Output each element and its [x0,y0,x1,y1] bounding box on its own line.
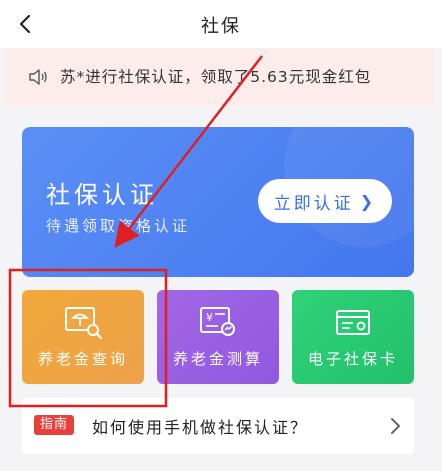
pension-query-icon [65,307,103,340]
notice-text: 苏*进行社保认证，领取了5.63元现金红包 [60,68,372,86]
page-title: 社保 [201,16,241,37]
e-social-card-tile[interactable]: 电子社保卡 [292,290,414,384]
chevron-right-icon: ❯ [359,191,377,211]
pension-calc-icon: ¥ [200,307,235,336]
chevron-right-icon [391,418,400,434]
e-social-card-label: 电子社保卡 [307,350,398,368]
certification-banner[interactable]: 社保认证 待遇领取资格认证 立即认证 ❯ [22,127,414,277]
certify-now-button[interactable]: 立即认证 ❯ [258,179,392,223]
top-bar: 社保 [0,0,442,48]
guide-row[interactable]: 指南 如何使用手机做社保认证？ [22,398,414,454]
banner-subtitle: 待遇领取资格认证 [46,217,191,235]
guide-title: 如何使用手机做社保认证？ [92,418,309,437]
banner-title: 社保认证 [46,181,158,209]
pension-query-tile[interactable]: 养老金查询 [22,290,144,384]
notice-bar: 苏*进行社保认证，领取了5.63元现金红包 [4,48,434,106]
pension-calc-tile[interactable]: ¥ 养老金测算 [157,290,279,384]
certify-now-label: 立即认证 [273,193,354,214]
svg-text:¥: ¥ [206,311,213,324]
pension-query-label: 养老金查询 [37,350,128,368]
guide-badge: 指南 [34,415,75,435]
e-social-card-icon [336,310,370,335]
pension-calc-label: 养老金测算 [172,350,263,368]
speaker-icon [29,69,47,85]
